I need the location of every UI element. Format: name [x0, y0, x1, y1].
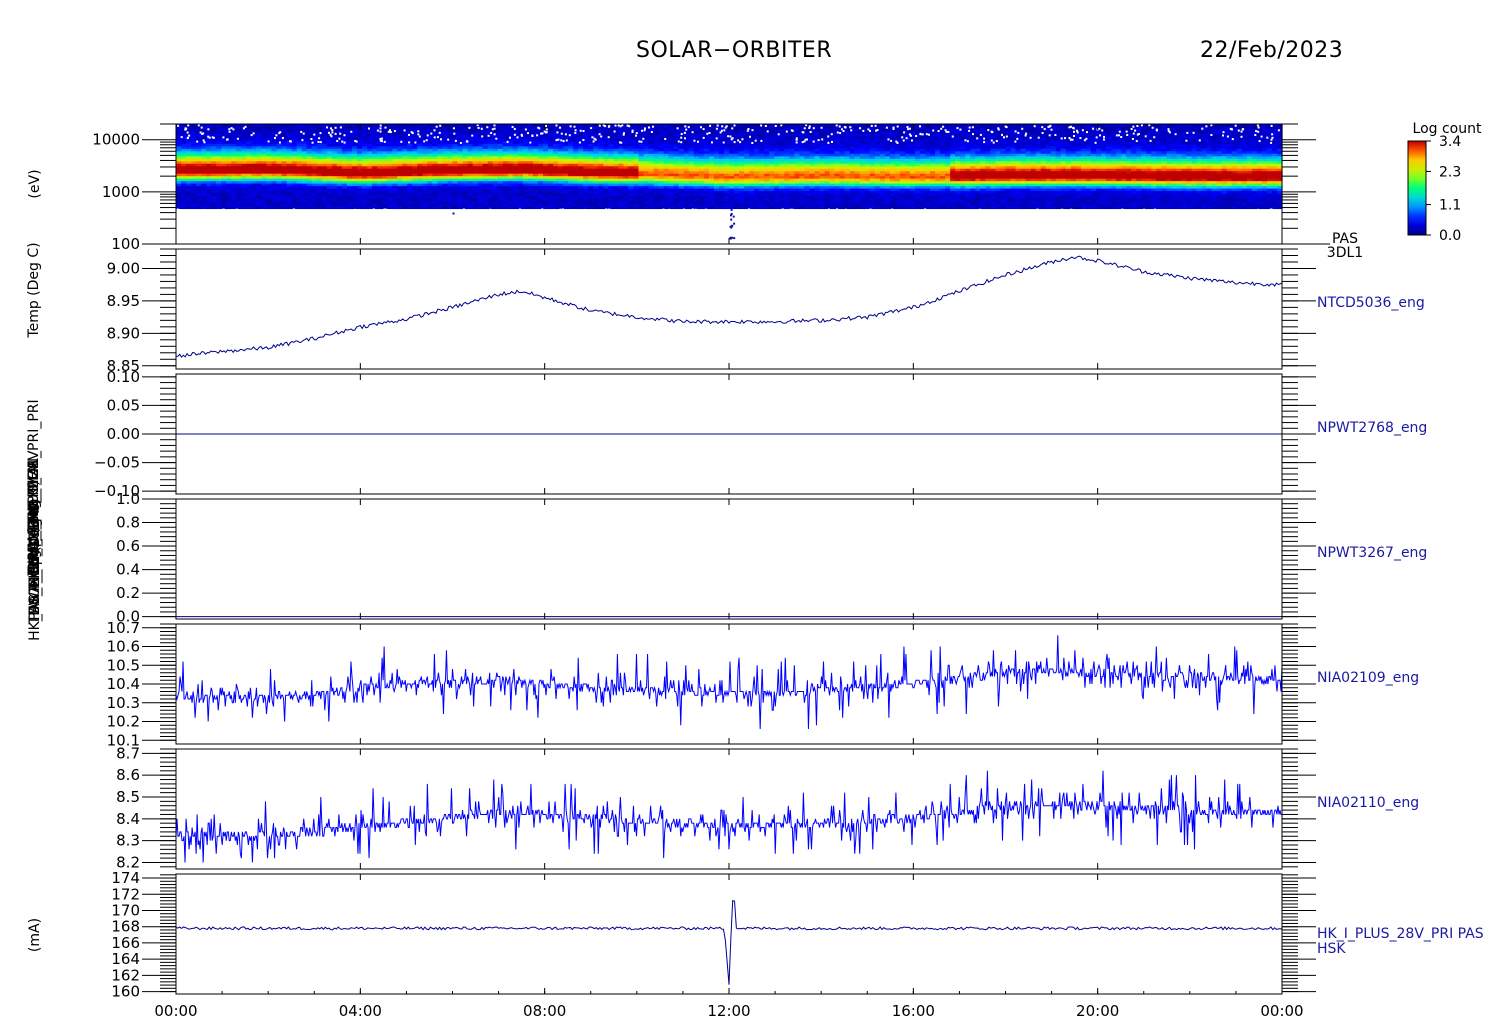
spectrogram-cells — [176, 124, 1283, 240]
series-label: NPWT3267_eng — [1317, 545, 1427, 561]
panel-npwt3267: 1.00.80.60.40.20.0NPWT3267_eng — [116, 490, 1427, 626]
panel-npwt2768: 0.100.050.00−0.05−0.10NPWT2768_eng — [94, 368, 1427, 500]
colorbar-tick-label: 3.4 — [1439, 134, 1461, 150]
panel-frame — [175, 498, 1283, 620]
ylabel-ma: (mA) — [27, 918, 43, 952]
ylabel-ev: (eV) — [27, 169, 43, 198]
y-tick-label: 10.6 — [107, 638, 140, 656]
y-axis-label: PDM_HK_IMON_PRI_PRI — [26, 399, 42, 560]
series-line-nia02110 — [175, 770, 1282, 863]
ylabel-temp: Temp (Deg C) — [26, 242, 42, 338]
series-label: NPWT2768_eng — [1317, 420, 1427, 436]
y-tick-label: 100 — [111, 235, 140, 253]
y-tick-label: 8.90 — [107, 324, 140, 342]
series-line-hk-i-plus-28v — [175, 900, 1283, 985]
colorbar-tick-label: 2.3 — [1439, 164, 1461, 180]
colorbar-tick-label: 0.0 — [1439, 228, 1461, 244]
series-label: NIA02109_eng — [1317, 670, 1419, 686]
y-tick-label: 10.3 — [107, 694, 140, 712]
instrument-label: 3DL1 — [1327, 245, 1363, 261]
y-tick-label: 0.2 — [116, 584, 140, 602]
y-tick-label: 10.4 — [107, 675, 140, 693]
y-tick-label: 0.4 — [116, 561, 140, 579]
colorbar-tick-label: 1.1 — [1439, 198, 1461, 214]
panel-pas-spectrogram: 100001000100 PAS3DL1 — [92, 123, 1363, 261]
x-tick-label: 20:00 — [1076, 1002, 1119, 1020]
x-tick-label: 04:00 — [339, 1002, 382, 1020]
panel-frame — [175, 248, 1283, 370]
series-line-ntcd5036 — [175, 255, 1283, 358]
y-tick-label: 8.7 — [116, 744, 140, 762]
spectrogram-dot — [452, 212, 455, 215]
panel-ntcd5036: 9.008.958.908.85NTCD5036_eng — [107, 248, 1425, 375]
y-tick-label: −0.05 — [94, 454, 140, 472]
series-label: HK_I_PLUS_28V_PRI PAS — [1317, 926, 1484, 942]
series-label: HSK — [1317, 941, 1346, 957]
y-tick-label: 10.5 — [107, 656, 140, 674]
y-tick-label: 10.2 — [107, 713, 140, 731]
y-tick-label: 0.10 — [107, 368, 140, 386]
panel-hk-i-plus-28v: 174172170168166164162160HK_I_PLUS_28V_PR… — [111, 869, 1483, 1001]
y-tick-label: 0.05 — [107, 396, 140, 414]
summary-plot: 100001000100 PAS3DL19.008.958.908.85NTCD5… — [26, 121, 1484, 1020]
y-tick-label: 1000 — [102, 183, 140, 201]
x-tick-label: 00:00 — [1260, 1002, 1303, 1020]
y-tick-label: 9.00 — [107, 259, 140, 277]
x-tick-label: 12:00 — [707, 1002, 750, 1020]
y-tick-label: 0.00 — [107, 425, 140, 443]
x-tick-label: 16:00 — [892, 1002, 935, 1020]
y-tick-label: 0.8 — [116, 514, 140, 532]
y-tick-label: 160 — [111, 983, 140, 1001]
y-tick-label: 8.4 — [116, 810, 140, 828]
y-tick-label: 0.6 — [116, 537, 140, 555]
panel-nia02110: 8.78.68.58.48.38.2NIA02110_eng — [116, 744, 1419, 871]
y-tick-label: 10000 — [92, 131, 140, 149]
y-tick-label: 10.7 — [107, 619, 140, 637]
colorbar — [1407, 140, 1427, 236]
y-tick-label: 8.95 — [107, 292, 140, 310]
series-label: NIA02110_eng — [1317, 795, 1419, 811]
y-tick-label: 1.0 — [116, 490, 140, 508]
y-tick-label: 8.3 — [116, 832, 140, 850]
y-tick-label: 8.6 — [116, 766, 140, 784]
x-tick-label: 00:00 — [154, 1002, 197, 1020]
panel-nia02109: 10.710.610.510.410.310.210.1NIA02109_eng — [107, 619, 1420, 750]
y-tick-label: 8.5 — [116, 788, 140, 806]
x-tick-label: 08:00 — [523, 1002, 566, 1020]
series-label: NTCD5036_eng — [1317, 295, 1425, 311]
series-line-nia02109 — [175, 635, 1283, 730]
